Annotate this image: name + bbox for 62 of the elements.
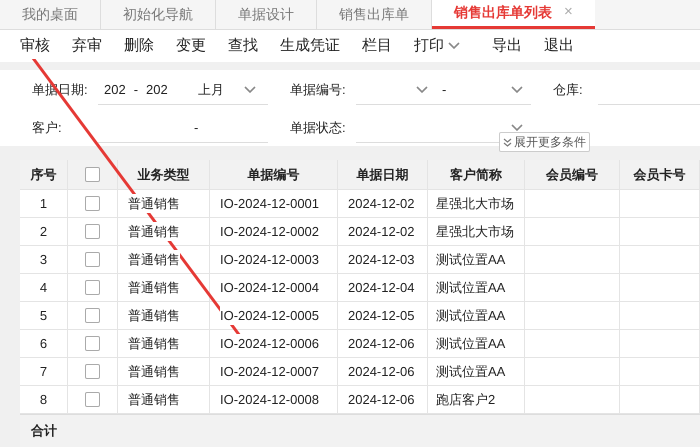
row-number: 7 bbox=[40, 362, 48, 381]
row-number: 1 bbox=[40, 194, 48, 213]
checkbox[interactable] bbox=[85, 364, 100, 379]
chevron-down-icon bbox=[416, 86, 428, 94]
table-cell-text: 2024-12-06 bbox=[348, 362, 414, 381]
column-header: 单据编号 bbox=[248, 166, 300, 184]
table-cell: 普通销售 bbox=[128, 222, 180, 242]
checkbox[interactable] bbox=[85, 336, 100, 351]
table-cell-text: 2024-12-03 bbox=[348, 250, 414, 269]
table-cell-text: 测试位置AA bbox=[436, 278, 506, 297]
row-number: 5 bbox=[40, 306, 48, 325]
chevron-down-icon bbox=[511, 86, 523, 94]
tab[interactable]: 我的桌面 bbox=[0, 0, 101, 29]
checkbox[interactable] bbox=[85, 252, 100, 267]
field-label: 仓库: bbox=[553, 81, 584, 100]
expand-button[interactable]: 展开更多条件 bbox=[499, 132, 590, 152]
table-cell-text: 测试位置AA bbox=[436, 250, 506, 269]
tab[interactable]: 初始化导航 bbox=[101, 0, 216, 29]
column-header: 会员卡号 bbox=[634, 166, 686, 184]
row-number: 4 bbox=[40, 278, 48, 297]
table-cell-text: 星强北大市场 bbox=[436, 222, 514, 241]
row-number: 8 bbox=[40, 390, 48, 409]
chevron-down-icon bbox=[511, 124, 523, 132]
row-number: 2 bbox=[40, 222, 48, 241]
chevron-down-icon bbox=[448, 42, 460, 50]
table-cell: 普通销售 bbox=[128, 194, 180, 214]
column-header: 业务类型 bbox=[138, 166, 190, 184]
field-label: 单据状态: bbox=[290, 119, 347, 138]
table-cell-text: 2024-12-05 bbox=[348, 306, 414, 325]
double-chevron-icon bbox=[503, 138, 512, 146]
table-cell-text: 2024-12-06 bbox=[348, 390, 414, 409]
customer-field[interactable]: - bbox=[98, 113, 268, 143]
chevron-down-icon bbox=[244, 86, 256, 94]
checkbox[interactable] bbox=[85, 308, 100, 323]
checkbox[interactable] bbox=[85, 280, 100, 295]
column-header: 单据日期 bbox=[356, 166, 408, 184]
column-header: 客户简称 bbox=[450, 166, 502, 184]
date-range-field[interactable]: 202 - 202 上月 bbox=[98, 75, 268, 105]
table-cell-text: 星强北大市场 bbox=[436, 194, 514, 213]
table-cell: IO-2024-12-0005 bbox=[220, 306, 320, 326]
table-cell-text: 跑店客户2 bbox=[436, 390, 496, 409]
checkbox[interactable] bbox=[85, 196, 100, 211]
total-label: 合计 bbox=[31, 422, 57, 440]
number-range-field[interactable]: - bbox=[356, 75, 531, 105]
checkbox[interactable] bbox=[85, 224, 100, 239]
tab[interactable]: 销售出库单列表 × bbox=[432, 0, 595, 29]
table-cell-text: 测试位置AA bbox=[436, 306, 506, 325]
table-cell-text: 2024-12-04 bbox=[348, 278, 414, 297]
row-number: 3 bbox=[40, 250, 48, 269]
column-header: 会员编号 bbox=[546, 166, 598, 184]
checkbox[interactable] bbox=[85, 167, 100, 182]
field-label: 单据编号: bbox=[290, 81, 347, 100]
tab[interactable]: 单据设计 bbox=[216, 0, 317, 29]
table-cell-text: 测试位置AA bbox=[436, 362, 506, 381]
checkbox[interactable] bbox=[85, 392, 100, 407]
table-cell-text: 2024-12-02 bbox=[348, 194, 414, 213]
row-number: 6 bbox=[40, 334, 48, 353]
table-cell-text: 2024-12-02 bbox=[348, 222, 414, 241]
table-cell-text: 测试位置AA bbox=[436, 334, 506, 353]
table-cell-text: 2024-12-06 bbox=[348, 334, 414, 353]
field-label: 客户: bbox=[32, 119, 63, 138]
column-header: 序号 bbox=[30, 166, 56, 184]
